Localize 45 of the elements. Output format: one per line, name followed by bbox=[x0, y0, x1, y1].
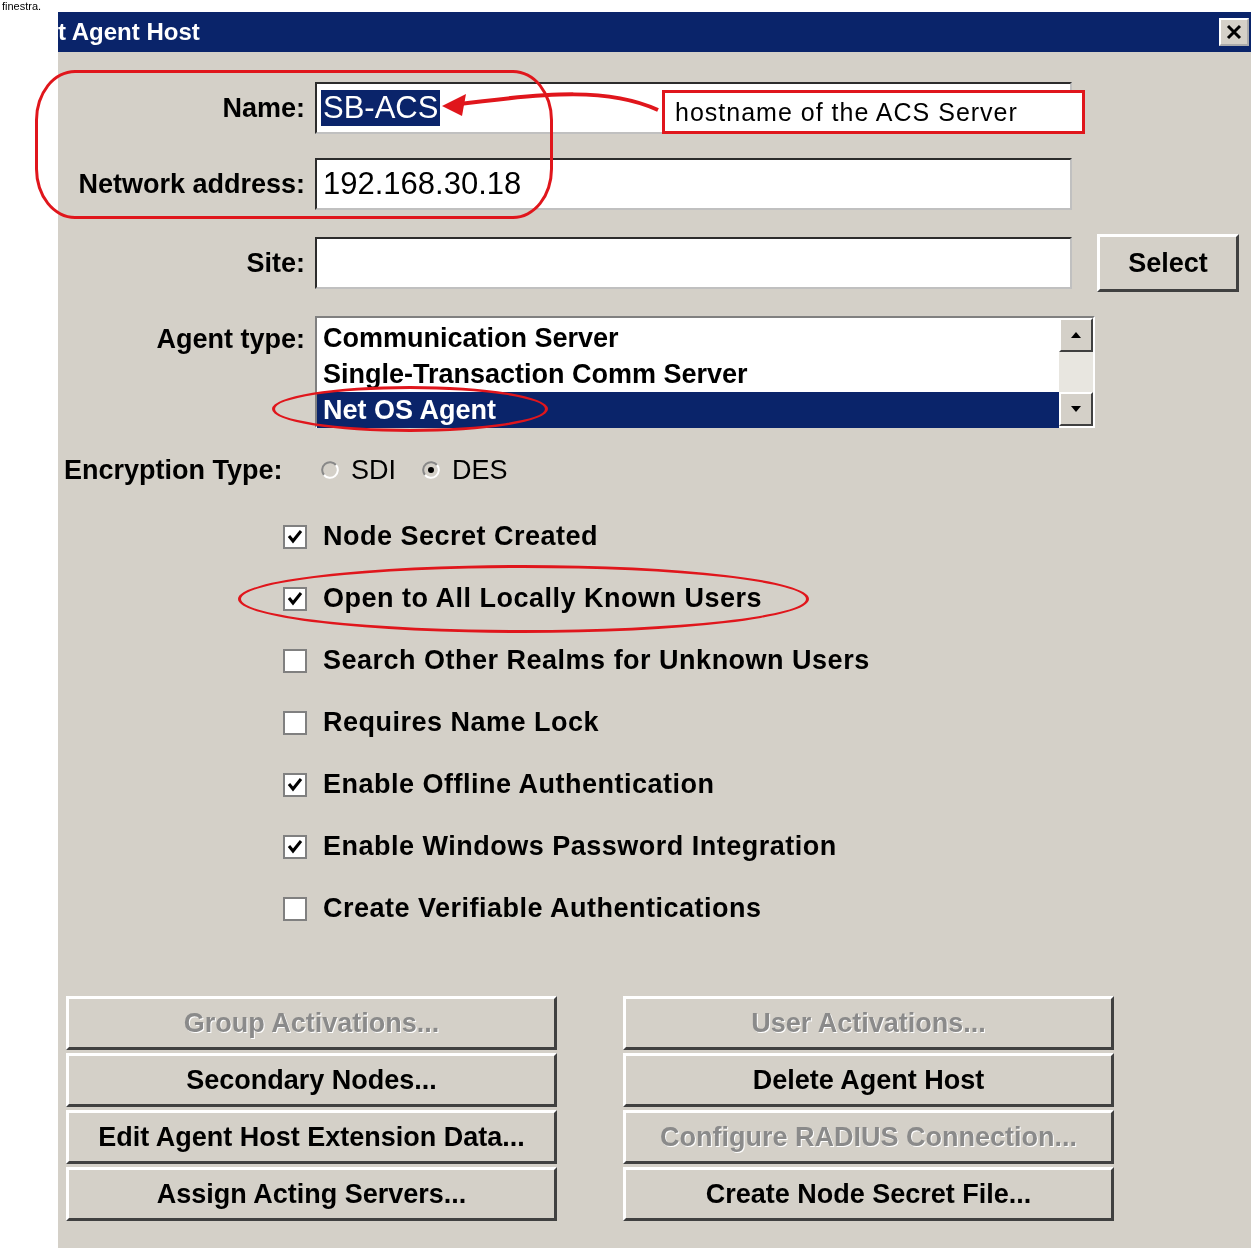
close-button[interactable] bbox=[1219, 18, 1249, 46]
annotation-tooltip: hostname of the ACS Server bbox=[662, 90, 1085, 134]
checkbox[interactable] bbox=[283, 648, 307, 673]
checkbox-label: Node Secret Created bbox=[323, 521, 599, 552]
list-item[interactable]: Communication Server bbox=[317, 320, 1059, 356]
field-value: SB-ACS bbox=[321, 90, 441, 126]
action-button[interactable]: Delete Agent Host bbox=[623, 1053, 1114, 1107]
checkbox-label: Requires Name Lock bbox=[323, 707, 600, 738]
action-button[interactable]: Assign Acting Servers... bbox=[66, 1167, 557, 1221]
checkbox-label: Enable Windows Password Integration bbox=[323, 831, 837, 862]
checkbox[interactable] bbox=[283, 586, 307, 611]
input-field[interactable]: 192.168.30.18 bbox=[315, 158, 1072, 210]
agent-type-list[interactable]: Communication Server Single-Transaction Comm Server Net OS Agent bbox=[315, 316, 1095, 428]
checkbox[interactable] bbox=[283, 896, 307, 921]
action-button[interactable]: Create Node Secret File... bbox=[623, 1167, 1114, 1221]
checkbox-label: Open to All Locally Known Users bbox=[323, 583, 763, 614]
radio-label: DES bbox=[452, 454, 508, 486]
field-label: Agent type: bbox=[155, 323, 305, 355]
list-item[interactable]: Net OS Agent bbox=[317, 392, 1059, 428]
window-title: t Agent Host bbox=[58, 18, 200, 46]
field-value: 192.168.30.18 bbox=[322, 166, 523, 202]
action-button[interactable]: Secondary Nodes... bbox=[66, 1053, 557, 1107]
checkbox[interactable] bbox=[283, 772, 307, 797]
checkbox-label: Search Other Realms for Unknown Users bbox=[323, 645, 870, 676]
select-button[interactable]: Select bbox=[1097, 234, 1239, 292]
radio-button[interactable] bbox=[422, 461, 440, 479]
action-button[interactable]: Edit Agent Host Extension Data... bbox=[66, 1110, 557, 1164]
page-text: finestra. bbox=[1, 0, 43, 12]
checkbox-label: Enable Offline Authentication bbox=[323, 769, 715, 800]
input-field[interactable] bbox=[315, 237, 1072, 289]
field-label: Name: bbox=[221, 92, 305, 124]
checkbox[interactable] bbox=[283, 710, 307, 735]
field-label: Network address: bbox=[77, 168, 305, 200]
up-arrow-icon[interactable] bbox=[1069, 330, 1083, 340]
scroll-bar[interactable] bbox=[1059, 318, 1093, 426]
field-label: Site: bbox=[245, 247, 305, 279]
checkbox-label: Create Verifiable Authentications bbox=[323, 893, 762, 924]
checkbox[interactable] bbox=[283, 524, 307, 549]
radio-label: SDI bbox=[351, 454, 396, 486]
list-item[interactable]: Single-Transaction Comm Server bbox=[317, 356, 1059, 392]
encryption-label: Encryption Type: bbox=[64, 454, 284, 486]
down-arrow-icon[interactable] bbox=[1069, 404, 1083, 414]
radio-button[interactable] bbox=[321, 461, 339, 479]
checkbox[interactable] bbox=[283, 834, 307, 859]
close-icon bbox=[1225, 24, 1243, 40]
